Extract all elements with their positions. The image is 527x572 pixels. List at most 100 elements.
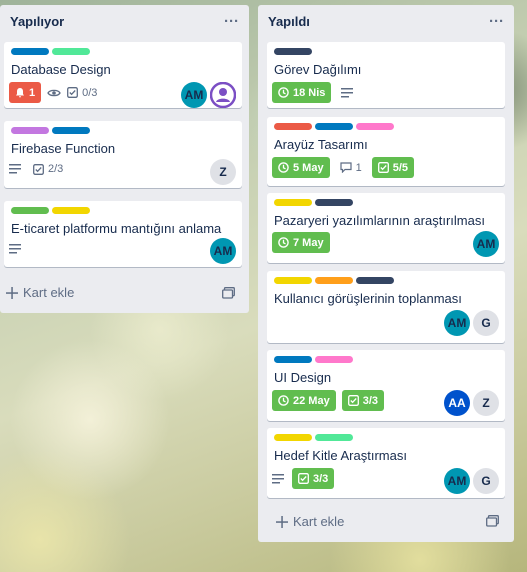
due-date-badge[interactable]: 5 May	[272, 157, 330, 178]
card-label-blue[interactable]	[315, 123, 353, 130]
card-title: Database Design	[11, 62, 111, 77]
add-card-label: Kart ekle	[23, 285, 75, 300]
card-template-icon[interactable]	[222, 287, 235, 299]
card-label-purple[interactable]	[11, 127, 49, 134]
card-label-green[interactable]	[315, 434, 353, 441]
checklist-badge: 3/3	[292, 468, 335, 489]
checkbox-icon	[377, 162, 389, 173]
list-yapiliyor: Yapılıyor ··· Database Design 1 0/3 AM F…	[0, 5, 249, 313]
due-date-badge[interactable]: 18 Nis	[272, 82, 332, 103]
due-date-badge[interactable]: 22 May	[272, 390, 336, 411]
due-date-badge[interactable]: 7 May	[272, 232, 330, 253]
plus-icon	[276, 515, 288, 528]
card-label-blue[interactable]	[52, 127, 90, 134]
description-icon	[9, 244, 21, 254]
clock-icon	[278, 395, 289, 406]
description-indicator	[341, 87, 354, 98]
checkbox-icon	[298, 473, 309, 484]
list-menu-button[interactable]: ···	[489, 13, 504, 30]
member-avatar[interactable]: Z	[473, 390, 499, 416]
description-icon	[341, 87, 354, 98]
checklist-count: 3/3	[313, 472, 329, 485]
member-avatar-photo[interactable]	[210, 82, 236, 108]
list-title[interactable]: Yapıldı	[268, 14, 310, 29]
list-header: Yapıldı ···	[258, 5, 514, 37]
card-label-pink[interactable]	[315, 356, 353, 363]
card-label-navy[interactable]	[274, 48, 312, 55]
add-card-label: Kart ekle	[293, 514, 345, 529]
description-icon	[9, 164, 21, 174]
bell-icon	[15, 87, 25, 98]
member-avatar[interactable]: G	[473, 310, 499, 336]
list-yapildi: Yapıldı ··· Görev Dağılımı 18 Nis Arayüz…	[258, 5, 514, 542]
checklist-count: 0/3	[82, 86, 98, 99]
description-icon	[272, 473, 284, 484]
card-ui-design[interactable]: UI Design 22 May 3/3 AA Z	[267, 350, 505, 421]
checkbox-icon	[33, 163, 44, 175]
plus-icon	[6, 286, 18, 299]
card-title: Pazaryeri yazılımlarının araştırılması	[274, 213, 485, 228]
card-label-green[interactable]	[52, 48, 90, 55]
card-label-blue[interactable]	[274, 356, 312, 363]
card-label-pink[interactable]	[356, 123, 394, 130]
card-kullanici-gorusleri[interactable]: Kullanıcı görüşlerinin toplanması AM G	[267, 271, 505, 343]
member-avatar[interactable]: G	[473, 468, 499, 494]
description-indicator	[9, 164, 21, 174]
member-avatar[interactable]: AM	[181, 82, 207, 108]
comment-count: 1	[355, 161, 362, 174]
card-label-yellow[interactable]	[274, 434, 312, 441]
due-date-text: 18 Nis	[293, 86, 326, 99]
list-menu-button[interactable]: ···	[224, 13, 239, 30]
card-label-green[interactable]	[11, 207, 49, 214]
card-database-design[interactable]: Database Design 1 0/3 AM	[4, 42, 242, 108]
card-eticaret[interactable]: E-ticaret platformu mantığını anlama AM	[4, 201, 242, 267]
eye-icon	[47, 88, 61, 98]
due-date-text: 7 May	[293, 236, 324, 249]
watch-indicator	[47, 88, 61, 98]
description-indicator	[9, 244, 21, 254]
card-label-blue[interactable]	[11, 48, 49, 55]
list-title[interactable]: Yapılıyor	[10, 14, 64, 29]
card-title: E-ticaret platformu mantığını anlama	[11, 221, 222, 236]
card-title: Firebase Function	[11, 141, 116, 156]
member-avatar[interactable]: AM	[444, 310, 470, 336]
card-arayuz-tasarimi[interactable]: Arayüz Tasarımı 5 May 1 5/5	[267, 117, 505, 186]
add-card-button[interactable]: Kart ekle	[276, 514, 344, 529]
checklist-count: 2/3	[48, 163, 64, 175]
card-hedef-kitle[interactable]: Hedef Kitle Araştırması 3/3 AM G	[267, 428, 505, 498]
card-title: Arayüz Tasarımı	[274, 137, 368, 152]
comments-badge: 1	[339, 161, 362, 174]
card-title: Hedef Kitle Araştırması	[274, 448, 407, 463]
card-gorev-dagilimi[interactable]: Görev Dağılımı 18 Nis	[267, 42, 505, 108]
card-label-red[interactable]	[274, 123, 312, 130]
card-template-icon[interactable]	[486, 515, 499, 527]
card-title: Kullanıcı görüşlerinin toplanması	[274, 291, 462, 306]
card-pazaryeri[interactable]: Pazaryeri yazılımlarının araştırılması 7…	[267, 193, 505, 263]
card-label-navy[interactable]	[356, 277, 394, 284]
card-label-orange[interactable]	[315, 277, 353, 284]
clock-icon	[278, 87, 289, 98]
member-avatar[interactable]: AM	[444, 468, 470, 494]
add-card-button[interactable]: Kart ekle	[6, 285, 74, 300]
card-firebase-function[interactable]: Firebase Function 2/3 Z	[4, 121, 242, 188]
checklist-count: 3/3	[362, 394, 378, 407]
card-label-yellow[interactable]	[52, 207, 90, 214]
list-header: Yapılıyor ···	[0, 5, 249, 37]
card-label-yellow[interactable]	[274, 199, 312, 206]
clock-icon	[278, 162, 289, 173]
due-date-text: 22 May	[293, 394, 330, 407]
member-avatar[interactable]: Z	[210, 159, 236, 185]
checkbox-icon	[347, 395, 359, 406]
member-avatar[interactable]: AM	[473, 231, 499, 257]
clock-icon	[278, 237, 289, 248]
checkbox-icon	[67, 87, 79, 98]
notification-count: 1	[29, 86, 36, 99]
notification-badge[interactable]: 1	[9, 82, 42, 103]
card-label-navy[interactable]	[315, 199, 353, 206]
checklist-badge: 0/3	[67, 87, 97, 99]
member-avatar[interactable]: AA	[444, 390, 470, 416]
member-avatar[interactable]: AM	[210, 238, 236, 264]
description-indicator	[272, 473, 284, 484]
card-label-yellow[interactable]	[274, 277, 312, 284]
comment-icon	[339, 162, 352, 173]
